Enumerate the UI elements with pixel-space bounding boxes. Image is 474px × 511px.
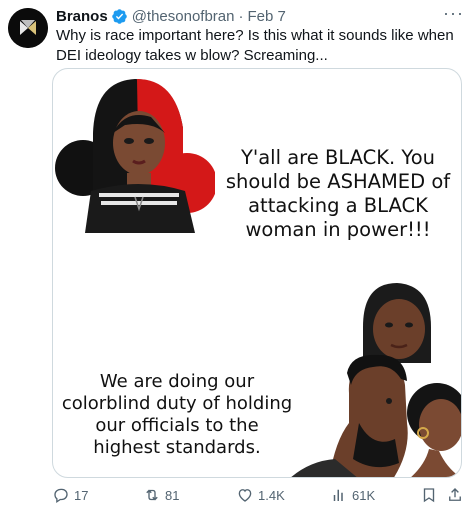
tweet-date[interactable]: Feb 7 <box>247 8 285 25</box>
view-count: 61K <box>352 487 376 503</box>
tweet-actions: 17 81 1.4K 61K <box>52 486 464 506</box>
reply-count: 17 <box>74 487 89 503</box>
illustration-woman-red-black-hair <box>55 79 215 233</box>
views-button[interactable]: 61K <box>330 486 375 504</box>
bookmark-button[interactable] <box>420 486 438 504</box>
share-button[interactable] <box>446 486 464 504</box>
verified-badge-icon <box>111 8 127 24</box>
repost-count: 81 <box>165 487 180 503</box>
header-separator: · <box>238 7 244 25</box>
repost-icon <box>146 489 158 501</box>
avatar-logo-icon <box>8 8 48 48</box>
reply-button[interactable]: 17 <box>52 486 88 504</box>
share-icon <box>449 488 461 501</box>
tweet-media[interactable]: Y'all are BLACK. You should be ASHAMED o… <box>52 68 462 478</box>
author-handle[interactable]: @thesonofbran <box>132 8 235 25</box>
more-options-icon[interactable]: ··· <box>443 3 464 24</box>
heart-icon <box>238 489 252 502</box>
meme-caption-bottom: We are doing our colorblind duty of hold… <box>61 371 293 458</box>
illustration-three-people-profile <box>291 283 461 477</box>
analytics-icon <box>333 489 343 501</box>
reply-icon <box>54 488 68 504</box>
tweet-text: Why is race important here? Is this what… <box>56 27 454 64</box>
like-button[interactable]: 1.4K <box>236 486 285 504</box>
author-name[interactable]: Branos <box>56 8 108 25</box>
bookmark-icon <box>423 488 435 503</box>
like-count: 1.4K <box>258 487 285 503</box>
meme-caption-top: Y'all are BLACK. You should be ASHAMED o… <box>225 146 451 241</box>
repost-button[interactable]: 81 <box>143 486 179 504</box>
author-avatar[interactable] <box>8 8 48 48</box>
tweet-header: Branos @thesonofbran · Feb 7 <box>56 6 464 26</box>
